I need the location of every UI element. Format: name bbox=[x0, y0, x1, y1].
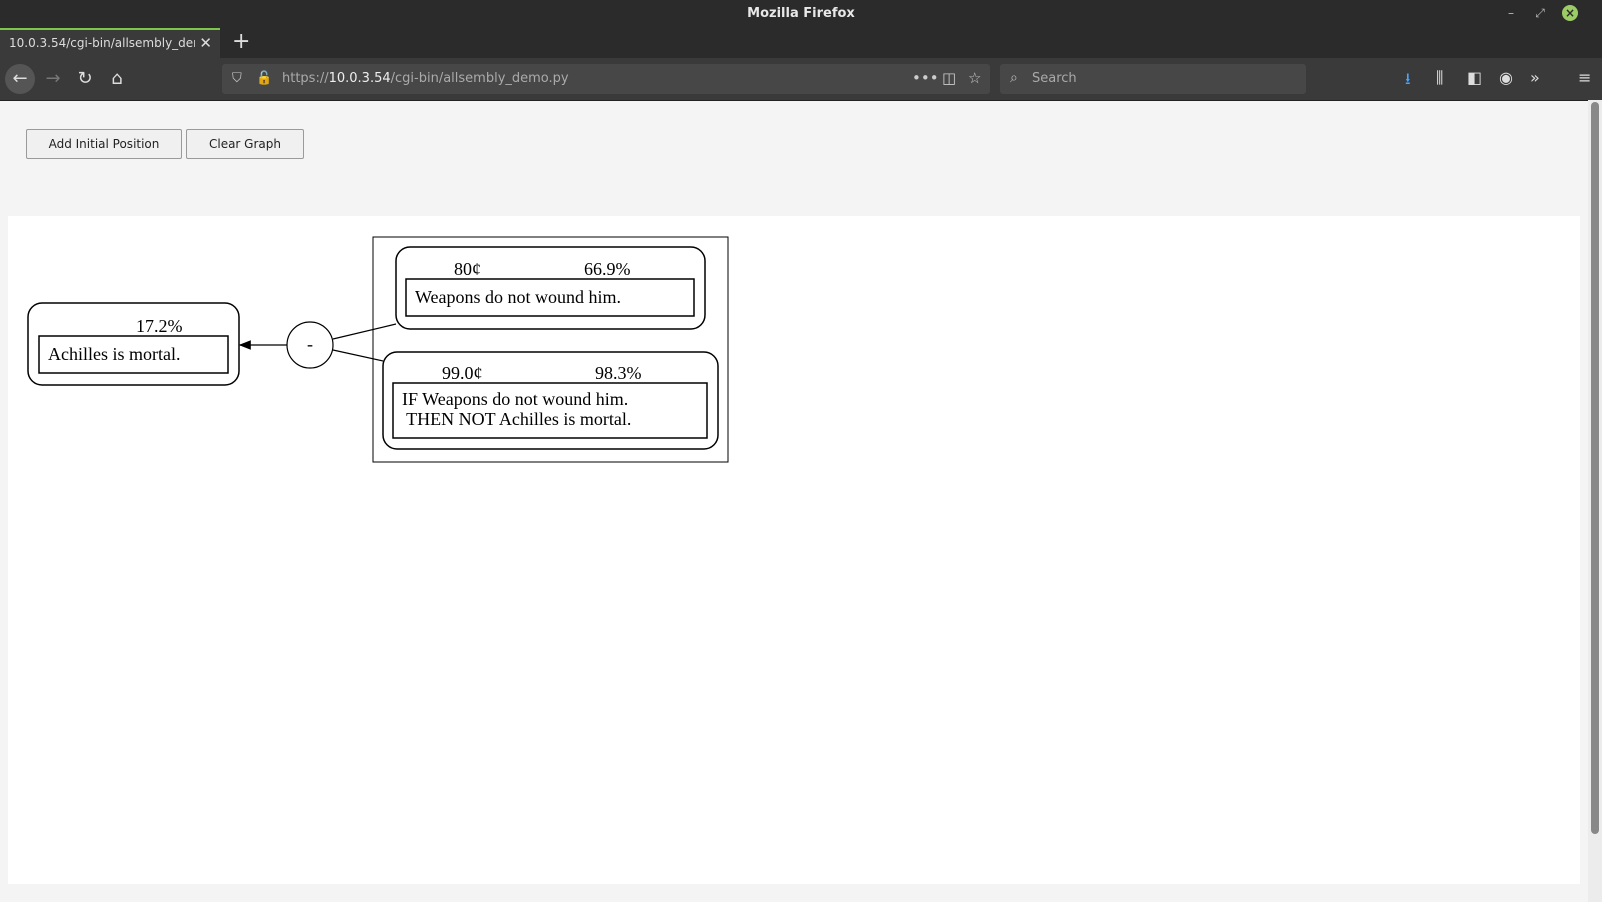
add-initial-position-button[interactable]: Add Initial Position bbox=[26, 129, 182, 159]
graph-canvas[interactable]: 17.2% Achilles is mortal. - 80¢ 66.9% We… bbox=[8, 216, 1580, 884]
forward-arrow-icon[interactable]: → bbox=[38, 64, 68, 94]
library-icon[interactable]: ⫼ bbox=[1436, 68, 1443, 88]
insecure-lock-icon[interactable]: 🔓 bbox=[256, 71, 272, 86]
home-icon[interactable]: ⌂ bbox=[102, 64, 132, 94]
close-tab-icon[interactable]: ✕ bbox=[199, 34, 212, 52]
navigation-bar: ← → ↻ ⌂ ⛉ 🔓 https://10.0.3.54/cgi-bin/al… bbox=[0, 58, 1602, 101]
clear-graph-button[interactable]: Clear Graph bbox=[186, 129, 304, 159]
account-icon[interactable]: ◉ bbox=[1499, 68, 1513, 87]
node-implication-probability: 98.3% bbox=[595, 363, 642, 383]
tab-label: 10.0.3.54/cgi-bin/allsembly_demo.py bbox=[9, 36, 195, 50]
node-achilles-probability: 17.2% bbox=[136, 316, 183, 336]
node-implication[interactable]: 99.0¢ 98.3% IF Weapons do not wound him.… bbox=[382, 351, 719, 450]
download-icon[interactable]: ⭳ bbox=[1405, 68, 1411, 95]
node-weapons-price: 80¢ bbox=[454, 259, 481, 279]
address-bar[interactable]: ⛉ 🔓 https://10.0.3.54/cgi-bin/allsembly_… bbox=[222, 64, 990, 94]
operator-symbol: - bbox=[307, 334, 313, 354]
url-path: /cgi-bin/allsembly_demo.py bbox=[390, 71, 569, 86]
browser-tab[interactable]: 10.0.3.54/cgi-bin/allsembly_demo.py ✕ bbox=[0, 28, 220, 58]
scrollbar-thumb[interactable] bbox=[1591, 102, 1599, 834]
node-implication-text-line1: IF Weapons do not wound him. bbox=[402, 389, 628, 409]
window-title: Mozilla Firefox bbox=[747, 6, 855, 21]
edge-implication-to-operator bbox=[332, 349, 384, 362]
close-window-icon[interactable]: × bbox=[1562, 5, 1578, 21]
search-bar[interactable]: ⌕ Search bbox=[1000, 64, 1306, 94]
search-placeholder: Search bbox=[1032, 71, 1077, 86]
tab-strip: 10.0.3.54/cgi-bin/allsembly_demo.py ✕ + bbox=[0, 28, 1602, 58]
node-achilles[interactable]: 17.2% Achilles is mortal. bbox=[27, 302, 240, 386]
node-achilles-text: Achilles is mortal. bbox=[48, 344, 180, 364]
menu-icon[interactable]: ≡ bbox=[1578, 68, 1591, 87]
node-weapons-probability: 66.9% bbox=[584, 259, 631, 279]
node-weapons-text: Weapons do not wound him. bbox=[415, 287, 621, 307]
sidebar-icon[interactable]: ◧ bbox=[1467, 68, 1482, 87]
argument-graph: 17.2% Achilles is mortal. - 80¢ 66.9% We… bbox=[27, 236, 729, 463]
node-weapons[interactable]: 80¢ 66.9% Weapons do not wound him. bbox=[395, 246, 706, 330]
url-host: 10.0.3.54 bbox=[328, 71, 391, 86]
node-implication-text-line2: THEN NOT Achilles is mortal. bbox=[402, 409, 631, 429]
url-scheme: https:// bbox=[282, 71, 329, 86]
overflow-chevron-icon[interactable]: » bbox=[1530, 68, 1540, 87]
pocket-icon[interactable]: ◫ bbox=[942, 69, 956, 87]
edge-weapons-to-operator bbox=[332, 323, 397, 340]
minimize-icon[interactable]: – bbox=[1503, 5, 1519, 21]
node-implication-price: 99.0¢ bbox=[442, 363, 483, 383]
url-text: https://10.0.3.54/cgi-bin/allsembly_demo… bbox=[282, 71, 569, 86]
reload-icon[interactable]: ↻ bbox=[70, 64, 100, 94]
back-arrow-icon[interactable]: ← bbox=[5, 64, 35, 94]
page-actions-icon[interactable]: ••• bbox=[912, 69, 939, 87]
bookmark-star-icon[interactable]: ☆ bbox=[968, 69, 981, 87]
page-scrollbar[interactable] bbox=[1588, 100, 1602, 902]
maximize-icon[interactable]: ⤢ bbox=[1532, 5, 1548, 21]
shield-icon[interactable]: ⛉ bbox=[232, 71, 242, 86]
new-tab-icon[interactable]: + bbox=[232, 30, 250, 54]
window-titlebar: Mozilla Firefox – ⤢ × bbox=[0, 0, 1602, 28]
operator-node[interactable]: - bbox=[286, 321, 334, 369]
search-icon: ⌕ bbox=[1010, 70, 1018, 86]
